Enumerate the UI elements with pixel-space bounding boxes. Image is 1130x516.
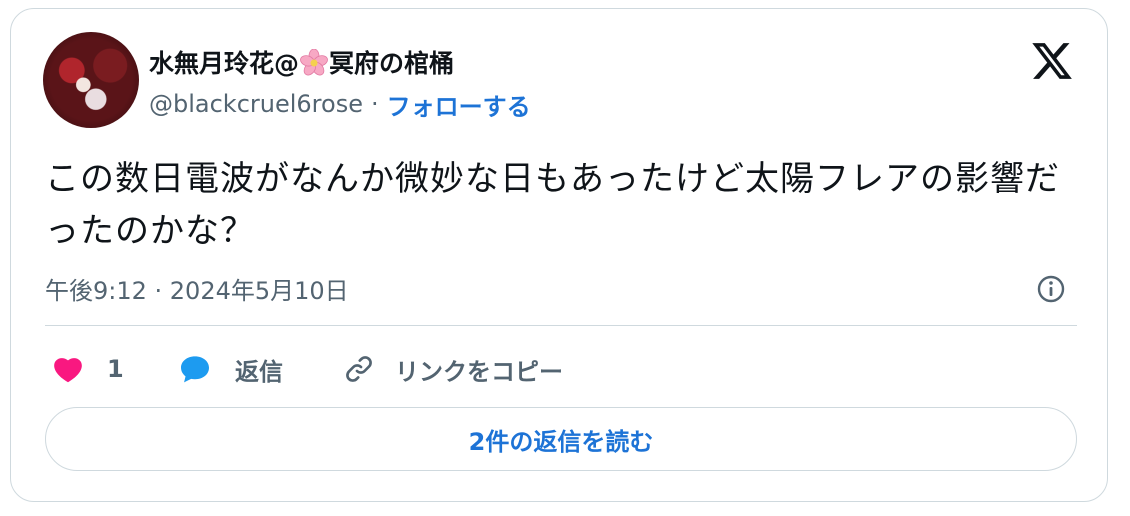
copy-link-button[interactable]: リンクをコピー bbox=[343, 349, 563, 389]
tweet-card: 水無月玲花@ 冥府の棺桶 @blackcruel6rose · フォローする こ… bbox=[10, 8, 1108, 502]
reply-button[interactable]: 返信 bbox=[179, 349, 283, 389]
like-count: 1 bbox=[107, 355, 124, 383]
divider bbox=[45, 325, 1077, 326]
follow-button[interactable]: フォローする bbox=[387, 87, 531, 122]
copy-link-label: リンクをコピー bbox=[395, 357, 563, 386]
display-name-part2: 冥府の棺桶 bbox=[329, 49, 455, 78]
x-logo-icon[interactable] bbox=[1029, 39, 1075, 83]
read-replies-label: 2件の返信を読む bbox=[468, 427, 654, 456]
reply-label: 返信 bbox=[235, 357, 283, 386]
display-name-part1: 水無月玲花@ bbox=[149, 49, 300, 78]
cherry-blossom-icon bbox=[300, 48, 328, 77]
heart-icon bbox=[54, 358, 82, 383]
author-display-name[interactable]: 水無月玲花@ 冥府の棺桶 bbox=[149, 45, 454, 79]
read-replies-button[interactable]: 2件の返信を読む bbox=[45, 407, 1077, 471]
separator: · bbox=[370, 90, 379, 118]
reply-bubble-icon bbox=[181, 356, 209, 383]
link-icon bbox=[346, 356, 372, 382]
action-bar: 1 返信 リンクをコピー bbox=[45, 349, 745, 389]
avatar[interactable] bbox=[43, 32, 139, 128]
tweet-text: この数日電波がなんか微妙な日もあったけど太陽フレアの影響だったのかな？ bbox=[45, 159, 1060, 251]
tweet-timestamp[interactable]: 午後9:12 · 2024年5月10日 bbox=[45, 271, 349, 305]
handle-row: @blackcruel6rose · フォローする bbox=[149, 87, 531, 121]
like-button[interactable]: 1 bbox=[53, 349, 124, 389]
info-icon[interactable] bbox=[1035, 273, 1067, 305]
author-handle[interactable]: @blackcruel6rose bbox=[149, 90, 363, 118]
